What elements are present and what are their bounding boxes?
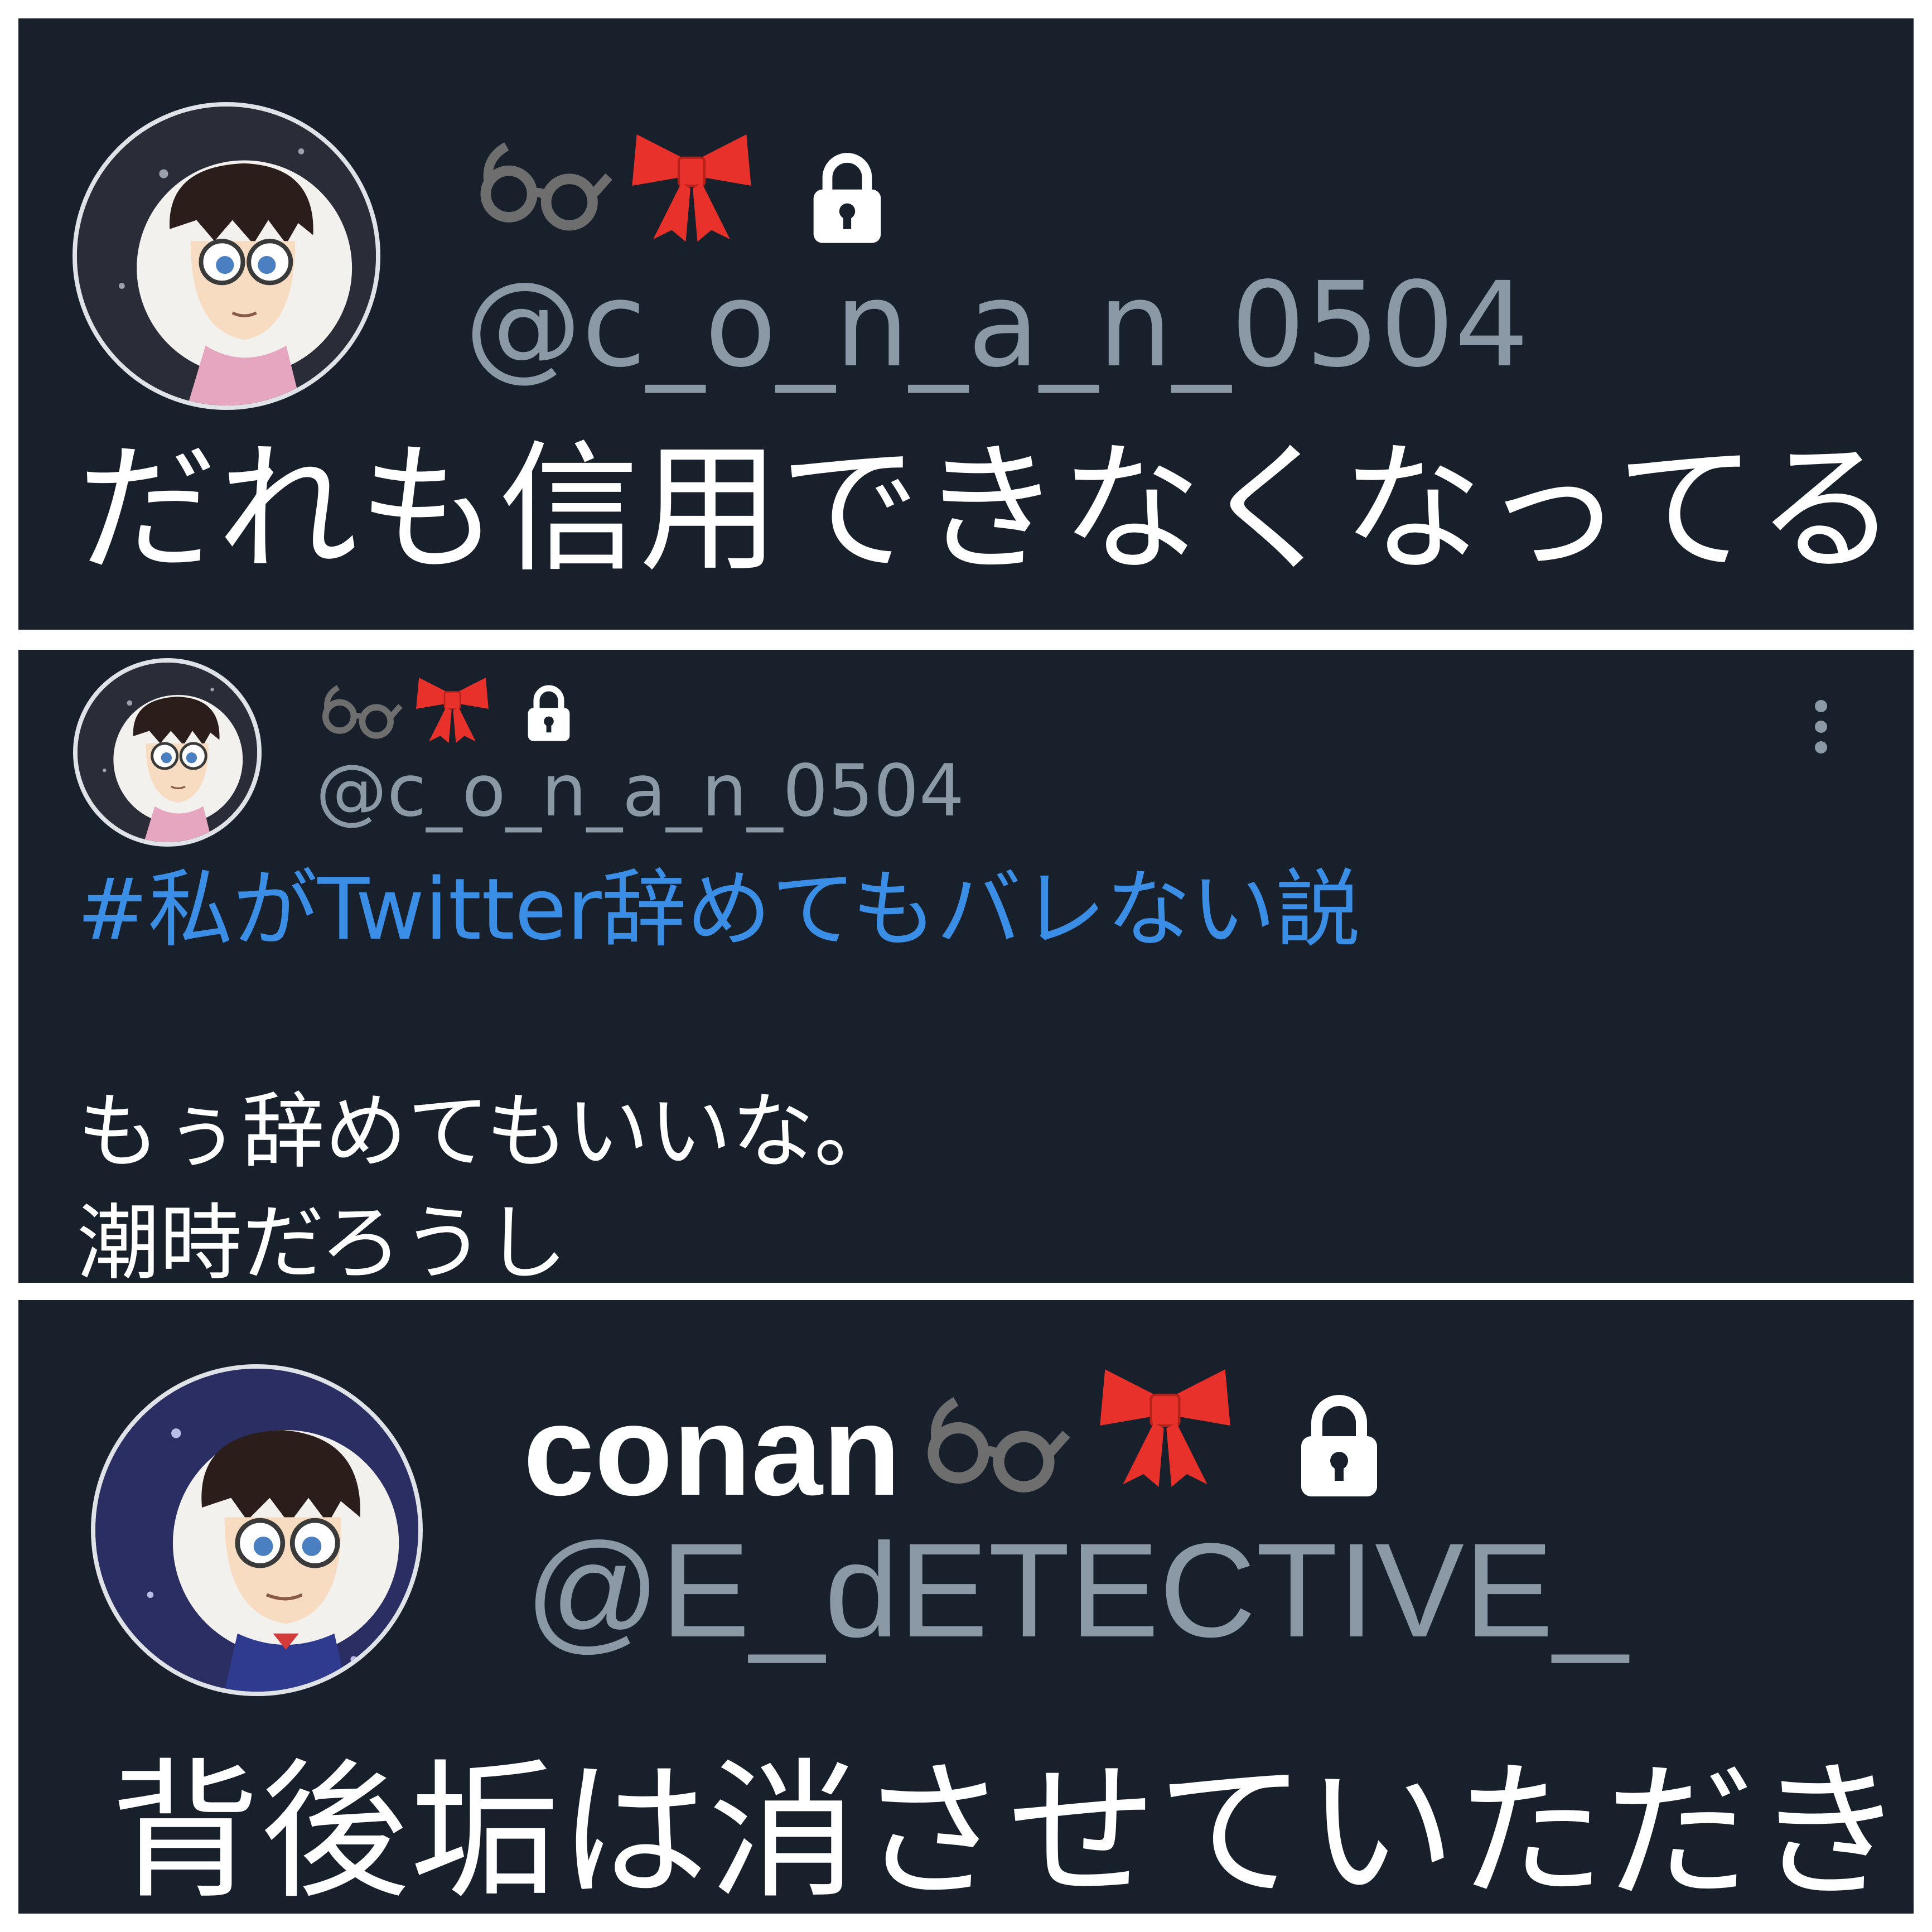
hashtag-link[interactable]: #私がTwitter辞めてもバレない説: [77, 867, 1360, 952]
tweet-line-1: もぅ辞めてもいいな。: [77, 1084, 897, 1180]
display-name[interactable]: conan: [523, 1387, 901, 1515]
ribbon-icon: [1095, 1361, 1235, 1490]
tweet-panel-3: conan @E_dETECTIVE_ 背後垢は消させていただき: [18, 1300, 1914, 1914]
glasses-icon: [318, 678, 403, 741]
tweet-text: だれも信用できなくなってる: [77, 428, 1897, 591]
glasses-icon: [474, 130, 614, 235]
user-handle[interactable]: @c_o_n_a_n_0504: [316, 756, 964, 827]
lock-icon: [1295, 1389, 1384, 1501]
avatar[interactable]: [73, 102, 380, 410]
tweet-panel-1: @c_o_n_a_n_0504 だれも信用できなくなってる: [18, 18, 1914, 630]
lock-icon: [524, 682, 573, 743]
user-handle[interactable]: @c_o_n_a_n_0504: [465, 267, 1529, 384]
more-options-icon[interactable]: [1815, 700, 1827, 754]
tweet-text: 背後垢は消させていただき: [110, 1745, 1904, 1914]
ribbon-icon: [413, 673, 491, 745]
tweet-panel-2: @c_o_n_a_n_0504 #私がTwitter辞めてもバレない説 もぅ辞め…: [18, 650, 1914, 1283]
ribbon-icon: [627, 127, 756, 244]
user-handle[interactable]: @E_dETECTIVE_: [525, 1523, 1628, 1657]
glasses-icon: [921, 1384, 1071, 1497]
tweet-line-2: 潮時だろうし: [77, 1195, 568, 1283]
avatar[interactable]: [91, 1364, 423, 1696]
avatar[interactable]: [73, 658, 262, 847]
lock-icon: [808, 148, 887, 247]
